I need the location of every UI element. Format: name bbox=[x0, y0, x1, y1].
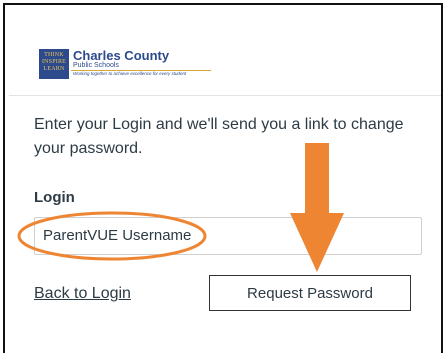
logo-tagline: Working together to achieve excellence f… bbox=[73, 71, 187, 76]
back-to-login-link[interactable]: Back to Login bbox=[34, 285, 131, 303]
header-divider bbox=[9, 95, 441, 96]
logo-mark-icon: THINK INSPIRE LEARN bbox=[39, 49, 69, 79]
login-input[interactable]: ParentVUE Username bbox=[34, 217, 422, 255]
school-logo: THINK INSPIRE LEARN Charles County Publi… bbox=[39, 48, 219, 83]
login-label: Login bbox=[34, 189, 75, 206]
request-password-button[interactable]: Request Password bbox=[209, 275, 411, 311]
logo-subtitle: Public Schools bbox=[73, 62, 119, 69]
logo-title: Charles County bbox=[73, 48, 170, 63]
instruction-text: Enter your Login and we'll send you a li… bbox=[34, 116, 404, 157]
login-input-value: ParentVUE Username bbox=[43, 227, 192, 244]
